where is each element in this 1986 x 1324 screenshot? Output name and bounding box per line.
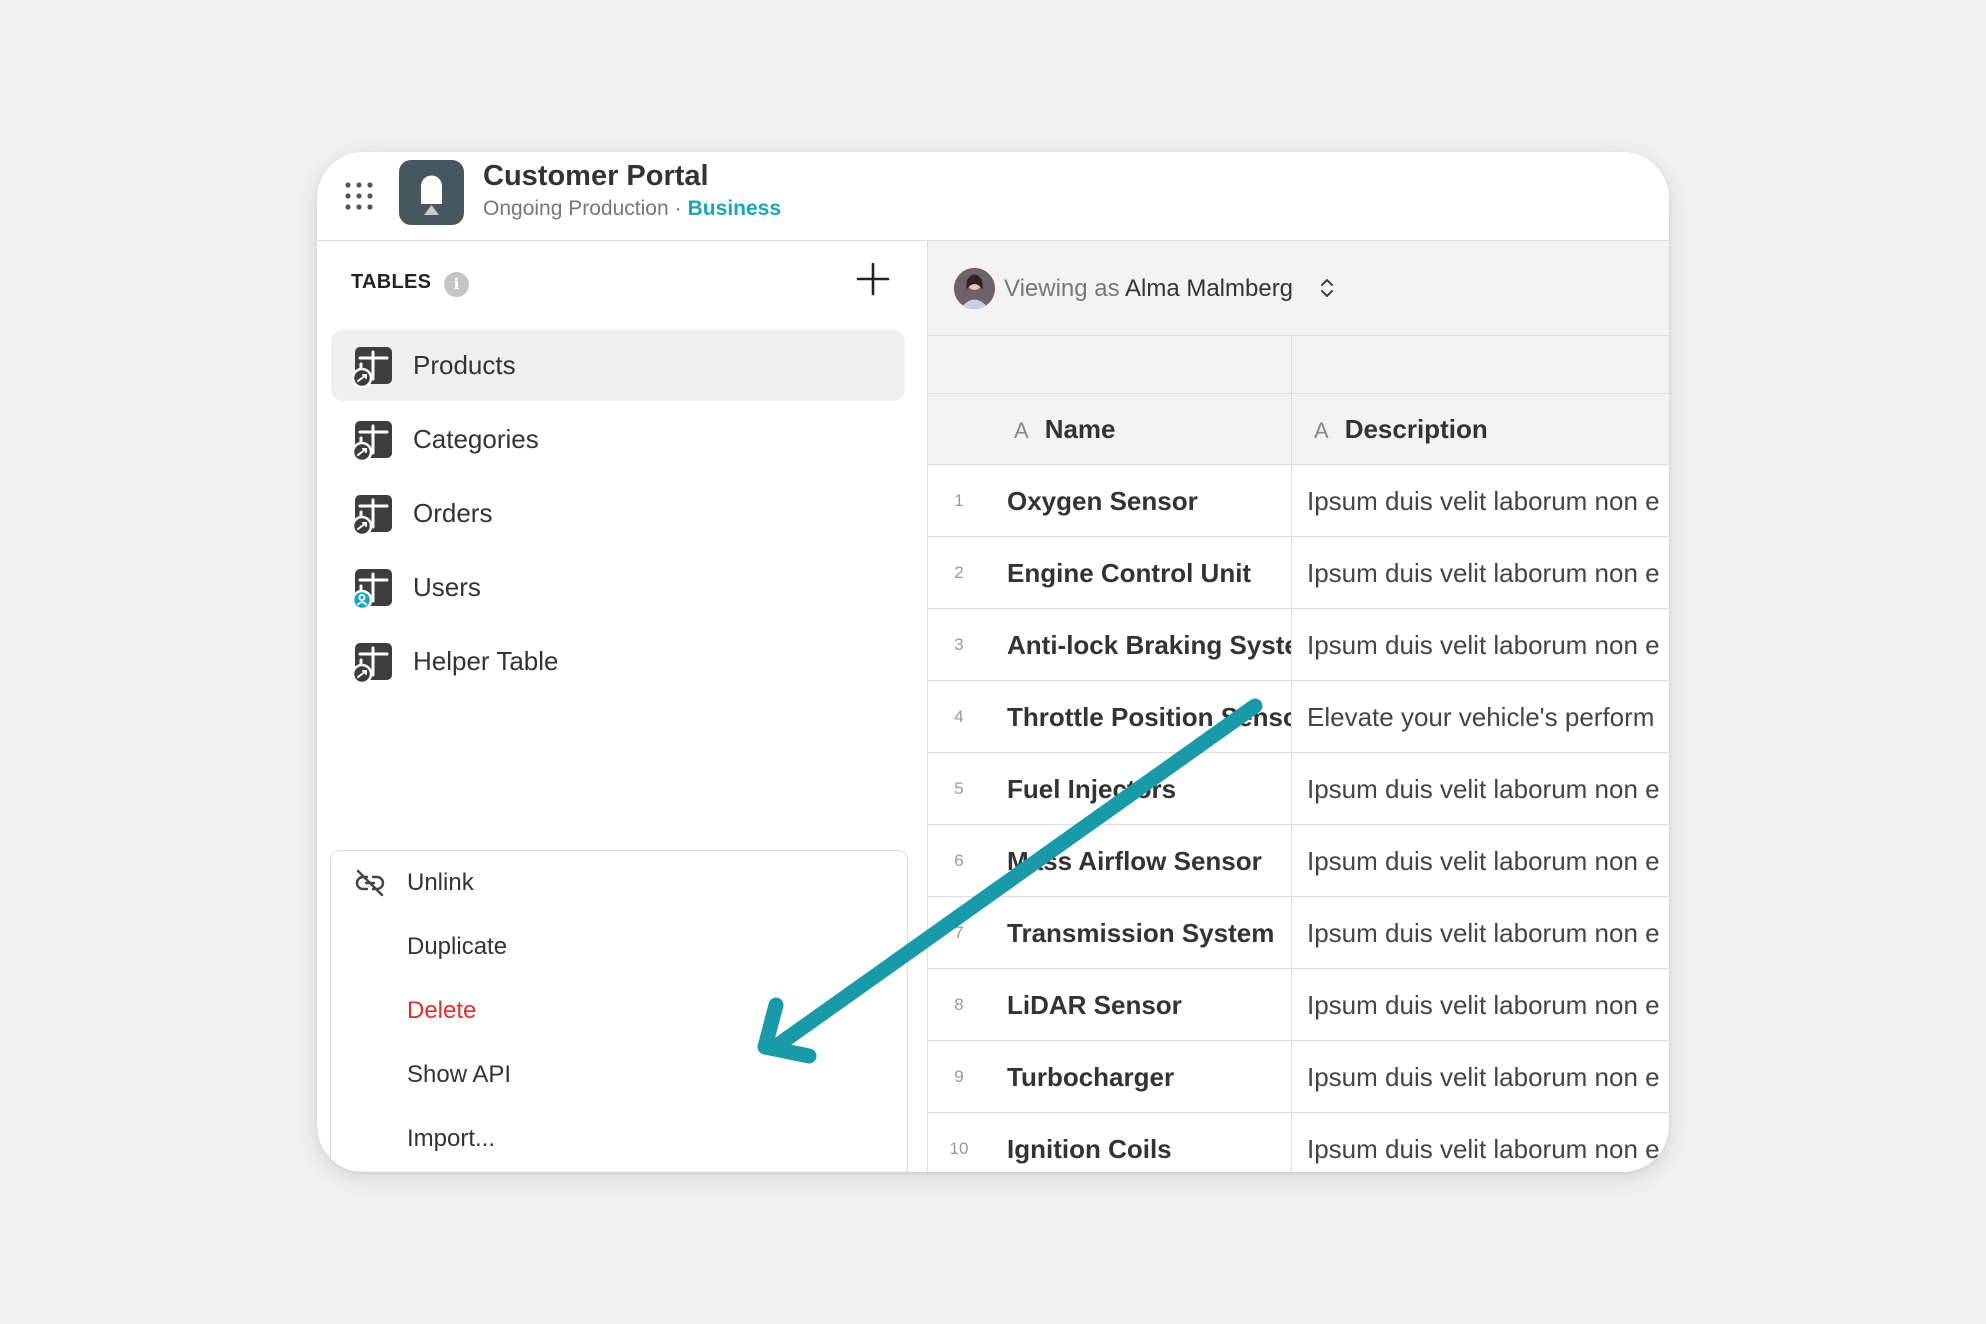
- menu-item-label: Delete: [407, 997, 477, 1024]
- sidebar-table-label: Users: [413, 572, 481, 602]
- app-subtitle: Ongoing Production · Business: [483, 197, 781, 221]
- column-header-label: Name: [1044, 414, 1116, 444]
- sidebar-table-helper-table[interactable]: Helper Table: [331, 626, 905, 697]
- table-context-menu: Unlink Duplicate Delete Show API Import... Ex…: [330, 850, 908, 1172]
- row-number: 7: [954, 923, 964, 942]
- row-number: 3: [954, 635, 964, 654]
- app-logo-icon: [399, 160, 464, 225]
- menu-item-label: Show API: [407, 1061, 512, 1088]
- updown-chevron-icon[interactable]: [1319, 276, 1335, 300]
- sidebar-table-label: Products: [413, 350, 516, 380]
- table-row[interactable]: 5 Fuel Injectors Ipsum duis velit laboru…: [928, 753, 1669, 825]
- tables-heading: TABLES: [351, 271, 432, 293]
- cell-name[interactable]: Fuel Injectors: [1007, 753, 1291, 824]
- menu-item-label: Duplicate: [407, 933, 508, 960]
- table-row[interactable]: 2 Engine Control Unit Ipsum duis velit l…: [928, 537, 1669, 609]
- text-type-icon: A: [1014, 418, 1029, 443]
- app-grid-icon[interactable]: [341, 178, 377, 214]
- tables-sidebar: TABLES i Products Categories Orders User…: [317, 241, 928, 1172]
- menu-item-export[interactable]: Export...: [331, 1171, 907, 1172]
- row-number: 6: [954, 851, 964, 870]
- sidebar-table-label: Helper Table: [413, 646, 559, 676]
- column-divider: [1291, 336, 1292, 1172]
- unlink-icon: [353, 868, 387, 898]
- table-sync-icon: [351, 346, 393, 389]
- cell-name[interactable]: LiDAR Sensor: [1007, 969, 1291, 1040]
- sidebar-table-label: Categories: [413, 424, 539, 454]
- cell-description[interactable]: Elevate your vehicle's perform: [1307, 681, 1669, 752]
- avatar: [954, 268, 995, 309]
- environment-label: Ongoing Production: [483, 197, 669, 220]
- table-row[interactable]: 3 Anti-lock Braking System Ipsum duis ve…: [928, 609, 1669, 681]
- menu-item-label: Import...: [407, 1125, 496, 1152]
- cell-name[interactable]: Oxygen Sensor: [1007, 465, 1291, 536]
- add-table-button[interactable]: [855, 261, 891, 297]
- menu-item-label: Unlink: [407, 869, 474, 896]
- row-number: 4: [954, 707, 964, 726]
- sidebar-table-categories[interactable]: Categories: [331, 404, 905, 475]
- table-row[interactable]: 9 Turbocharger Ipsum duis velit laborum …: [928, 1041, 1669, 1113]
- subtitle-separator: ·: [674, 197, 682, 220]
- menu-item-show-api[interactable]: Show API: [331, 1043, 907, 1107]
- plan-badge[interactable]: Business: [688, 197, 781, 220]
- sidebar-table-label: Orders: [413, 498, 493, 528]
- app-header: Customer Portal Ongoing Production · Busin…: [317, 152, 1669, 241]
- column-header-row: A Name A Description: [928, 394, 1669, 465]
- sidebar-table-users[interactable]: Users: [331, 552, 905, 623]
- cell-description[interactable]: Ipsum duis velit laborum non e: [1307, 1041, 1669, 1112]
- cell-name[interactable]: Throttle Position Sensor: [1007, 681, 1291, 752]
- cell-name[interactable]: Anti-lock Braking System: [1007, 609, 1291, 680]
- menu-item-label: Export...: [407, 1171, 496, 1172]
- plus-icon: [856, 262, 890, 296]
- table-sync-icon: [351, 642, 393, 685]
- text-type-icon: A: [1314, 418, 1329, 443]
- cell-description[interactable]: Ipsum duis velit laborum non e: [1307, 1113, 1669, 1172]
- cell-description[interactable]: Ipsum duis velit laborum non e: [1307, 825, 1669, 896]
- data-grid: Viewing as Alma Malmberg A Name A Descript…: [928, 241, 1669, 1172]
- column-header-label: Description: [1344, 414, 1488, 444]
- cell-name[interactable]: Mass Airflow Sensor: [1007, 825, 1291, 896]
- viewing-as-prefix: Viewing as: [1004, 275, 1120, 302]
- row-number: 1: [954, 491, 964, 510]
- group-header-row: [928, 336, 1669, 394]
- cell-name[interactable]: Transmission System: [1007, 897, 1291, 968]
- menu-item-duplicate[interactable]: Duplicate: [331, 915, 907, 979]
- cell-description[interactable]: Ipsum duis velit laborum non e: [1307, 609, 1669, 680]
- table-row[interactable]: 8 LiDAR Sensor Ipsum duis velit laborum …: [928, 969, 1669, 1041]
- row-number: 5: [954, 779, 964, 798]
- cell-description[interactable]: Ipsum duis velit laborum non e: [1307, 537, 1669, 608]
- cell-description[interactable]: Ipsum duis velit laborum non e: [1307, 465, 1669, 536]
- cell-name[interactable]: Turbocharger: [1007, 1041, 1291, 1112]
- table-users-icon: [351, 568, 393, 611]
- cell-description[interactable]: Ipsum duis velit laborum non e: [1307, 897, 1669, 968]
- app-title: Customer Portal: [483, 160, 709, 192]
- table-row[interactable]: 4 Throttle Position Sensor Elevate your …: [928, 681, 1669, 753]
- cell-description[interactable]: Ipsum duis velit laborum non e: [1307, 753, 1669, 824]
- menu-item-import[interactable]: Import...: [331, 1107, 907, 1171]
- cell-name[interactable]: Engine Control Unit: [1007, 537, 1291, 608]
- cell-description[interactable]: Ipsum duis velit laborum non e: [1307, 969, 1669, 1040]
- app-window: Customer Portal Ongoing Production · Busin…: [317, 152, 1669, 1172]
- row-number: 10: [949, 1139, 969, 1158]
- viewing-as-bar: Viewing as Alma Malmberg: [928, 241, 1669, 336]
- table-row[interactable]: 10 Ignition Coils Ipsum duis velit labor…: [928, 1113, 1669, 1172]
- table-row[interactable]: 7 Transmission System Ipsum duis velit l…: [928, 897, 1669, 969]
- row-number: 2: [954, 563, 964, 582]
- column-header-description[interactable]: A Description: [1314, 394, 1488, 466]
- table-row[interactable]: 1 Oxygen Sensor Ipsum duis velit laborum…: [928, 465, 1669, 537]
- sidebar-table-products[interactable]: Products: [331, 330, 905, 401]
- row-number: 8: [954, 995, 964, 1014]
- column-header-name[interactable]: A Name: [1014, 394, 1116, 466]
- cell-name[interactable]: Ignition Coils: [1007, 1113, 1291, 1172]
- table-sync-icon: [351, 494, 393, 537]
- menu-item-delete[interactable]: Delete: [331, 979, 907, 1043]
- table-sync-icon: [351, 420, 393, 463]
- sidebar-table-orders[interactable]: Orders: [331, 478, 905, 549]
- viewing-as-selector[interactable]: Viewing as Alma Malmberg: [1004, 241, 1293, 336]
- row-number: 9: [954, 1067, 964, 1086]
- table-row[interactable]: 6 Mass Airflow Sensor Ipsum duis velit l…: [928, 825, 1669, 897]
- menu-item-unlink[interactable]: Unlink: [331, 851, 907, 915]
- info-icon[interactable]: i: [444, 272, 469, 297]
- viewer-name: Alma Malmberg: [1124, 275, 1294, 302]
